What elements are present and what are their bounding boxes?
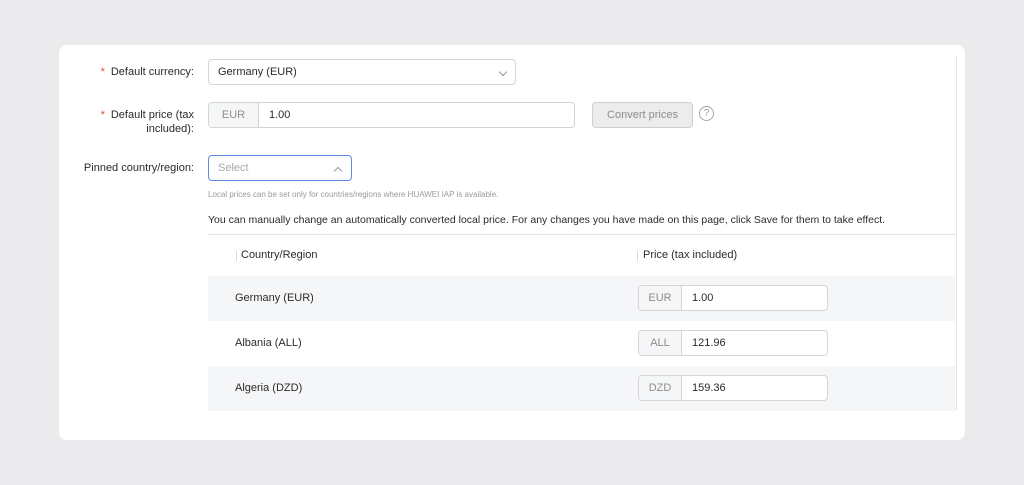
card-divider — [956, 55, 957, 410]
help-icon[interactable]: ? — [699, 106, 714, 121]
required-marker: * — [100, 109, 105, 121]
row-price-input[interactable]: 159.36 — [682, 376, 726, 400]
table-row: Germany (EUR) EUR 1.00 — [208, 276, 956, 321]
column-header-country: Country/Region — [241, 249, 318, 261]
country-cell: Algeria (DZD) — [235, 382, 303, 394]
row-price-input-group: DZD 159.36 — [638, 375, 828, 401]
row-price-input[interactable]: 1.00 — [682, 286, 713, 310]
row-price-input-group: EUR 1.00 — [638, 285, 828, 311]
local-prices-table: Country/Region Price (tax included) Germ… — [208, 234, 956, 411]
pinned-region-placeholder: Select — [218, 162, 249, 174]
manual-change-note: You can manually change an automatically… — [208, 214, 886, 226]
country-cell: Albania (ALL) — [235, 337, 302, 349]
default-price-label: * Default price (tax included): — [100, 109, 194, 135]
row-currency-addon: DZD — [639, 376, 682, 400]
pinned-region-select[interactable]: Select — [208, 155, 352, 181]
table-row: Algeria (DZD) DZD 159.36 — [208, 366, 956, 411]
default-price-currency-addon: EUR — [209, 103, 259, 127]
required-marker: * — [100, 66, 105, 78]
chevron-up-icon — [333, 166, 343, 176]
default-price-input-group: EUR 1.00 — [208, 102, 575, 128]
column-separator — [236, 251, 237, 261]
row-price-input-group: ALL 121.96 — [638, 330, 828, 356]
chevron-down-icon — [498, 67, 508, 77]
default-currency-select[interactable]: Germany (EUR) — [208, 59, 516, 85]
table-row: Albania (ALL) ALL 121.96 — [208, 321, 956, 366]
row-price-input[interactable]: 121.96 — [682, 331, 726, 355]
convert-prices-button[interactable]: Convert prices — [592, 102, 693, 128]
country-cell: Germany (EUR) — [235, 292, 314, 304]
row-currency-addon: ALL — [639, 331, 682, 355]
pinned-region-label: Pinned country/region: — [83, 162, 194, 174]
row-currency-addon: EUR — [639, 286, 682, 310]
default-currency-label: * Default currency: — [100, 66, 194, 78]
default-currency-value: Germany (EUR) — [218, 66, 297, 78]
default-price-input[interactable]: 1.00 — [259, 103, 290, 127]
table-header: Country/Region Price (tax included) — [208, 234, 956, 276]
availability-hint: Local prices can be set only for countri… — [208, 190, 499, 199]
column-header-price: Price (tax included) — [643, 249, 738, 261]
column-separator — [637, 251, 638, 261]
